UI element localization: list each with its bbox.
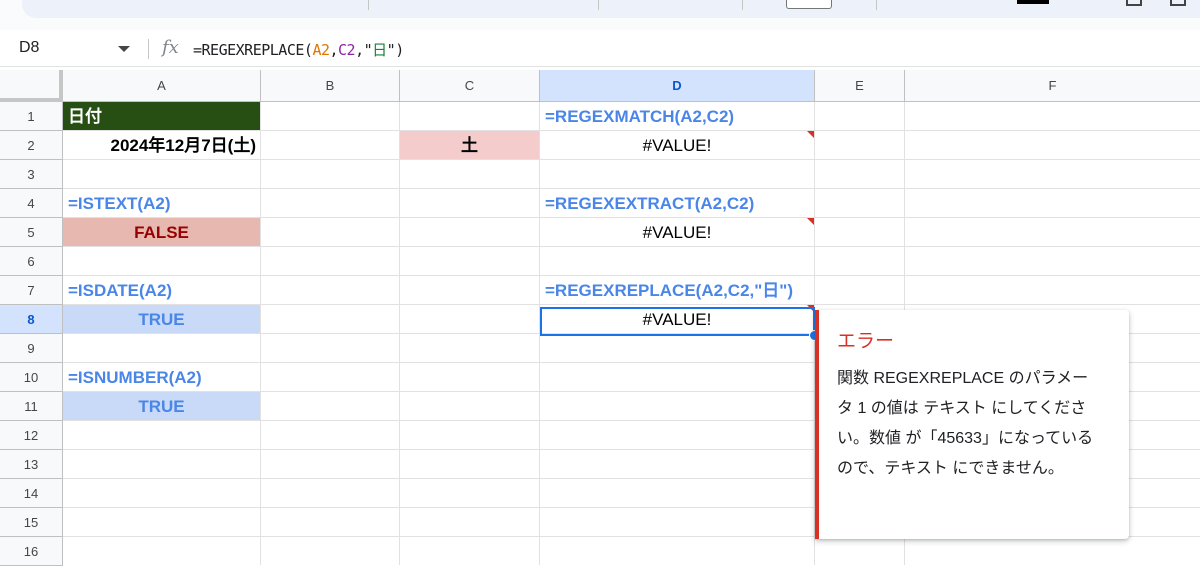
- cell-a5[interactable]: FALSE: [63, 218, 260, 246]
- select-all-corner[interactable]: [0, 70, 63, 102]
- text-color-swatch[interactable]: [1017, 0, 1049, 4]
- row-header-15[interactable]: 15: [0, 508, 63, 537]
- toolbar-divider: [368, 0, 369, 10]
- error-tooltip: エラー 関数 REGEXREPLACE のパラメータ 1 の値は テキスト にし…: [815, 310, 1129, 539]
- formula-token: =REGEXREPLACE(: [193, 41, 313, 59]
- row-header-11[interactable]: 11: [0, 392, 63, 421]
- merge-icon[interactable]: [1170, 0, 1186, 6]
- formula-input[interactable]: =REGEXREPLACE(A2,C2,"日"): [193, 39, 404, 60]
- row-header-9[interactable]: 9: [0, 334, 63, 363]
- formula-token: ": [386, 41, 396, 59]
- formula-token: 日: [372, 41, 387, 59]
- row-header-1[interactable]: 1: [0, 102, 63, 131]
- name-box-dropdown-icon[interactable]: [118, 46, 130, 52]
- row-header-6[interactable]: 6: [0, 247, 63, 276]
- cell-d2[interactable]: #VALUE!: [540, 131, 814, 160]
- column-header-d[interactable]: D: [540, 70, 815, 102]
- formula-token: ,": [355, 41, 373, 59]
- cell-d4[interactable]: =REGEXEXTRACT(A2,C2): [540, 189, 814, 218]
- row-header-16[interactable]: 16: [0, 537, 63, 566]
- formula-bar: D8 fx =REGEXREPLACE(A2,C2,"日"): [0, 32, 1200, 67]
- font-size-box[interactable]: [786, 0, 832, 9]
- formula-token: ): [395, 41, 404, 59]
- column-header-a[interactable]: A: [63, 70, 261, 102]
- cell-a8[interactable]: TRUE: [63, 305, 260, 333]
- cell-d5[interactable]: #VALUE!: [540, 218, 814, 247]
- cell-d1[interactable]: =REGEXMATCH(A2,C2): [540, 102, 814, 131]
- cell-a10[interactable]: =ISNUMBER(A2): [63, 363, 260, 392]
- error-indicator-icon[interactable]: [807, 131, 814, 138]
- borders-icon[interactable]: [1126, 0, 1142, 6]
- formula-bar-divider: [148, 39, 149, 59]
- row-header-2[interactable]: 2: [0, 131, 63, 160]
- row-header-4[interactable]: 4: [0, 189, 63, 218]
- row-header-3[interactable]: 3: [0, 160, 63, 189]
- formula-token: ,: [329, 41, 339, 59]
- column-header-f[interactable]: F: [905, 70, 1200, 102]
- fx-icon: fx: [162, 37, 179, 58]
- name-box[interactable]: D8: [19, 39, 39, 57]
- cell-a4[interactable]: =ISTEXT(A2): [63, 189, 260, 218]
- row-header-13[interactable]: 13: [0, 450, 63, 479]
- cell-c2[interactable]: 土: [400, 131, 539, 159]
- error-message: 関数 REGEXREPLACE のパラメータ 1 の値は テキスト にしてくださ…: [837, 370, 1094, 477]
- column-header-e[interactable]: E: [815, 70, 905, 102]
- column-header-b[interactable]: B: [261, 70, 400, 102]
- toolbar-divider: [742, 0, 743, 10]
- row-header-7[interactable]: 7: [0, 276, 63, 305]
- row-header-14[interactable]: 14: [0, 479, 63, 508]
- active-cell-selection: [540, 307, 815, 336]
- formula-token: A2: [312, 41, 330, 59]
- toolbar-divider: [598, 0, 599, 10]
- column-header-c[interactable]: C: [400, 70, 540, 102]
- row-header-12[interactable]: 12: [0, 421, 63, 450]
- row-header-8[interactable]: 8: [0, 305, 63, 334]
- row-header-5[interactable]: 5: [0, 218, 63, 247]
- row-header-10[interactable]: 10: [0, 363, 63, 392]
- cell-d7[interactable]: =REGEXREPLACE(A2,C2,"日"): [540, 276, 814, 305]
- error-indicator-icon[interactable]: [807, 218, 814, 225]
- toolbar-divider: [876, 0, 877, 10]
- error-title: エラー: [837, 331, 895, 352]
- cell-a7[interactable]: =ISDATE(A2): [63, 276, 260, 305]
- cell-a1[interactable]: 日付: [63, 102, 260, 130]
- formula-token: C2: [338, 41, 356, 59]
- cell-a11[interactable]: TRUE: [63, 392, 260, 420]
- toolbar: [0, 0, 1200, 30]
- cell-a2[interactable]: 2024年12月7日(土): [63, 131, 260, 160]
